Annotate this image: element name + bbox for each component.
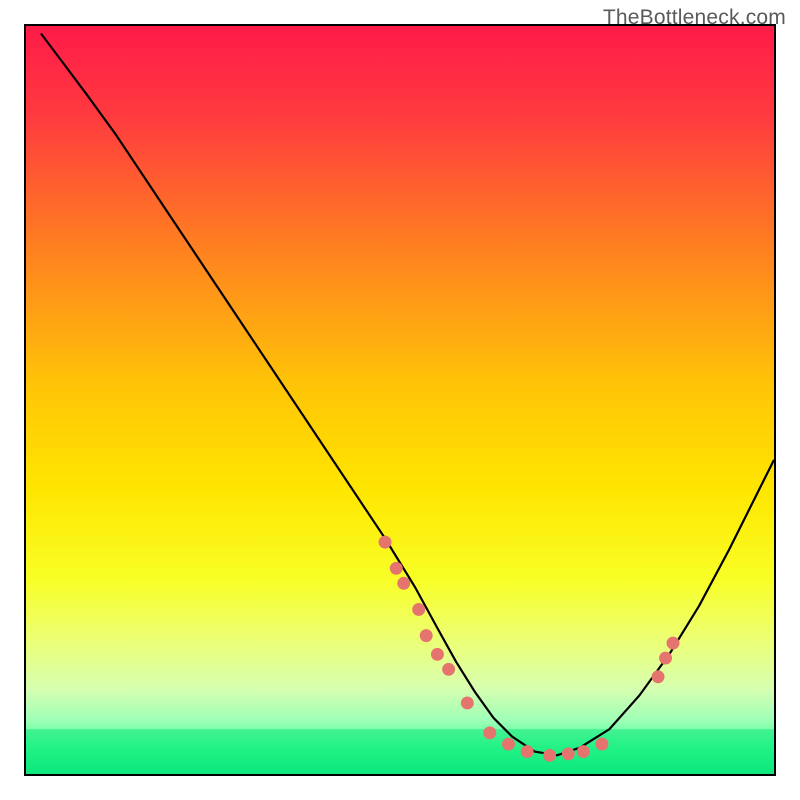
data-point bbox=[543, 749, 556, 762]
data-point bbox=[431, 648, 444, 661]
data-point bbox=[390, 562, 403, 575]
chart-plot-area bbox=[24, 24, 776, 776]
data-point bbox=[562, 747, 575, 760]
chart-stage: TheBottleneck.com bbox=[0, 0, 800, 800]
data-point bbox=[412, 603, 425, 616]
data-point bbox=[502, 738, 515, 751]
data-point bbox=[461, 696, 474, 709]
data-point bbox=[659, 652, 672, 665]
data-point bbox=[442, 663, 455, 676]
data-point bbox=[595, 738, 608, 751]
data-point bbox=[521, 745, 534, 758]
data-point bbox=[483, 726, 496, 739]
data-point bbox=[667, 637, 680, 650]
data-point bbox=[577, 745, 590, 758]
data-point bbox=[397, 577, 410, 590]
chart-svg bbox=[26, 26, 774, 774]
data-point bbox=[420, 629, 433, 642]
data-point bbox=[652, 670, 665, 683]
data-point bbox=[379, 536, 392, 549]
green-safe-band bbox=[26, 729, 774, 774]
